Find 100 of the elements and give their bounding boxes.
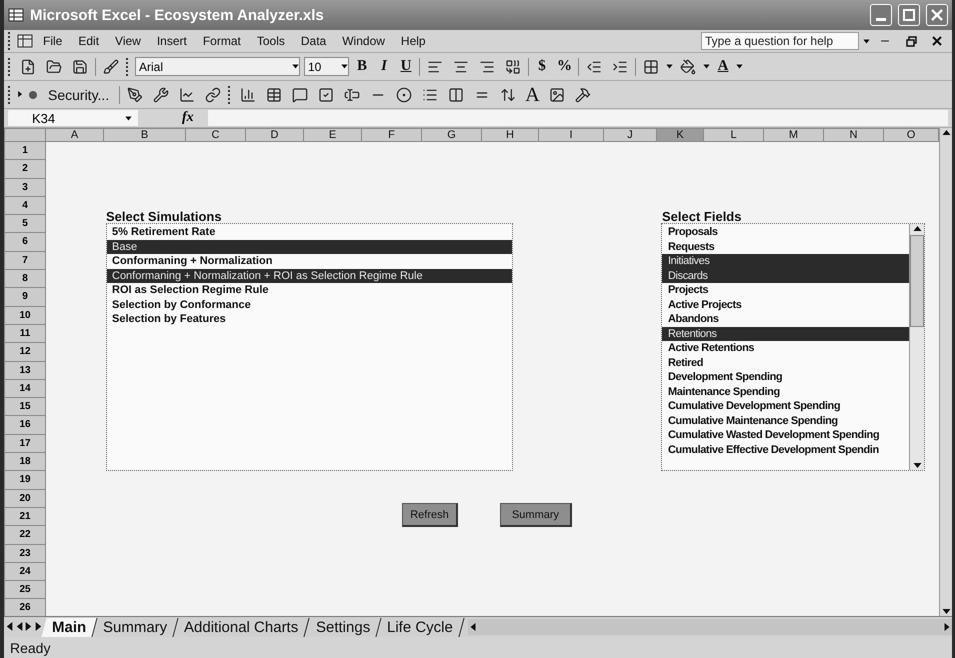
column-header[interactable]: K bbox=[657, 128, 704, 142]
row-header[interactable]: 24 bbox=[4, 562, 46, 582]
list-item[interactable]: Retentions bbox=[662, 326, 909, 341]
bold-button[interactable]: B bbox=[353, 56, 371, 78]
column-header[interactable]: H bbox=[482, 128, 539, 142]
sheet-tab[interactable]: Summary bbox=[92, 618, 179, 636]
insert-function-button[interactable]: fx bbox=[182, 110, 194, 126]
menu-item[interactable]: Edit bbox=[72, 34, 106, 48]
row-header[interactable]: 17 bbox=[4, 434, 46, 454]
refresh-button[interactable]: Refresh bbox=[402, 503, 458, 527]
row-header[interactable]: 22 bbox=[4, 526, 46, 545]
horizontal-scrollbar[interactable] bbox=[468, 619, 952, 635]
row-header[interactable]: 1 bbox=[4, 142, 46, 160]
column-header[interactable]: M bbox=[764, 128, 824, 142]
font-color-button[interactable]: A bbox=[714, 56, 732, 78]
list-item[interactable]: Proposals bbox=[662, 225, 909, 240]
list-item[interactable]: Cumulative Development Spending bbox=[662, 399, 909, 414]
column-header[interactable]: D bbox=[246, 128, 304, 142]
list-item[interactable]: Discards bbox=[662, 268, 909, 283]
formula-field[interactable] bbox=[208, 110, 948, 126]
caret-down-icon[interactable] bbox=[736, 63, 743, 70]
row-header[interactable]: 2 bbox=[4, 160, 46, 179]
column-header[interactable]: G bbox=[422, 128, 482, 142]
row-header[interactable]: 19 bbox=[4, 471, 46, 490]
caret-down-icon[interactable] bbox=[292, 63, 299, 70]
name-box[interactable]: K34 bbox=[8, 110, 138, 126]
row-header[interactable]: 11 bbox=[4, 324, 46, 344]
help-search-field[interactable]: Type a question for help bbox=[701, 32, 859, 50]
row-header[interactable]: 4 bbox=[4, 196, 46, 216]
list-item[interactable]: Selection by Features bbox=[107, 312, 512, 326]
menu-item[interactable]: Insert bbox=[150, 34, 193, 48]
row-header[interactable]: 7 bbox=[4, 252, 46, 270]
row-header[interactable]: 25 bbox=[4, 581, 46, 600]
caret-up-icon[interactable] bbox=[912, 224, 922, 233]
caret-down-icon[interactable] bbox=[666, 63, 673, 70]
sheet-tab[interactable]: Life Cycle bbox=[376, 618, 464, 636]
caret-down-icon[interactable] bbox=[912, 461, 922, 470]
list-item[interactable]: 5% Retirement Rate bbox=[107, 225, 512, 240]
menu-item[interactable]: Window bbox=[336, 34, 391, 48]
column-header[interactable]: L bbox=[704, 128, 764, 142]
menu-item[interactable]: File bbox=[37, 34, 68, 48]
list-item[interactable]: Conformaning + Normalization bbox=[107, 254, 512, 268]
list-item[interactable]: Base bbox=[107, 240, 512, 254]
list-item[interactable]: Cumulative Maintenance Spending bbox=[662, 414, 909, 428]
caret-down-icon[interactable] bbox=[863, 38, 870, 44]
vertical-scrollbar[interactable] bbox=[939, 128, 952, 616]
simulations-list[interactable]: 5% Retirement Rate Base Conformaning + Normalization Conformaning + Normalization + ROI as Selection Regime Rule ROI as Selection Regime Rule Selection by Conformance Selection by Features bbox=[106, 223, 513, 471]
row-header[interactable]: 20 bbox=[4, 490, 46, 508]
italic-button[interactable]: I bbox=[375, 56, 393, 78]
currency-button[interactable]: $ bbox=[533, 56, 551, 78]
row-header[interactable]: 8 bbox=[4, 270, 46, 288]
caret-right-icon[interactable] bbox=[943, 622, 952, 632]
menu-item[interactable]: Data bbox=[294, 34, 332, 48]
menu-item[interactable]: View bbox=[109, 34, 147, 48]
column-header[interactable]: B bbox=[104, 128, 186, 142]
menu-item[interactable]: Help bbox=[394, 34, 432, 48]
minimize-button[interactable] bbox=[870, 4, 892, 26]
list-item[interactable]: Development Spending bbox=[662, 370, 909, 384]
workbook-icon[interactable] bbox=[17, 34, 33, 48]
list-item[interactable]: Requests bbox=[662, 240, 909, 254]
row-header[interactable]: 9 bbox=[4, 288, 46, 307]
sheet-tab[interactable]: Additional Charts bbox=[174, 618, 310, 636]
fields-list[interactable] bbox=[661, 223, 925, 471]
summary-button[interactable]: Summary bbox=[500, 503, 572, 527]
row-header[interactable]: 21 bbox=[4, 508, 46, 526]
menu-item[interactable]: Tools bbox=[250, 34, 291, 48]
row-header[interactable]: 16 bbox=[4, 416, 46, 435]
column-header[interactable]: J bbox=[604, 128, 657, 142]
caret-down-icon[interactable] bbox=[125, 114, 132, 122]
security-button[interactable]: Security... bbox=[42, 86, 116, 102]
list-item[interactable]: ROI as Selection Regime Rule bbox=[107, 283, 512, 298]
row-header[interactable]: 18 bbox=[4, 453, 46, 472]
row-header[interactable]: 13 bbox=[4, 362, 46, 380]
column-header[interactable]: C bbox=[186, 128, 246, 142]
font-dropdown[interactable]: Arial bbox=[135, 57, 300, 76]
list-item[interactable]: Conformaning + Normalization + ROI as Selection Regime Rule bbox=[107, 268, 512, 283]
maximize-button[interactable] bbox=[898, 4, 920, 26]
list-item[interactable]: Abandons bbox=[662, 312, 909, 326]
caret-down-icon[interactable] bbox=[703, 63, 710, 70]
list-item[interactable]: Active Projects bbox=[662, 298, 909, 312]
underline-button[interactable]: U bbox=[397, 56, 415, 78]
row-header[interactable]: 10 bbox=[4, 306, 46, 325]
label-button[interactable]: A bbox=[523, 84, 542, 106]
column-header[interactable]: E bbox=[304, 128, 362, 142]
list-item[interactable]: Retired bbox=[662, 356, 909, 370]
caret-down-icon[interactable] bbox=[341, 63, 348, 70]
column-header[interactable]: O bbox=[884, 128, 939, 142]
column-header[interactable]: N bbox=[824, 128, 884, 142]
list-item[interactable]: Projects bbox=[662, 283, 909, 298]
list-item[interactable]: Initiatives bbox=[662, 254, 909, 268]
column-header[interactable]: A bbox=[46, 128, 104, 142]
row-header[interactable]: 5 bbox=[4, 215, 46, 234]
close-button[interactable] bbox=[926, 4, 948, 26]
row-header[interactable]: 23 bbox=[4, 544, 46, 563]
menu-item[interactable]: Format bbox=[196, 34, 247, 48]
row-header[interactable]: 3 bbox=[4, 178, 46, 197]
list-scrollbar[interactable] bbox=[909, 224, 924, 470]
column-header[interactable]: F bbox=[362, 128, 422, 142]
sheet-tab[interactable]: Main bbox=[41, 618, 98, 636]
caret-right-icon[interactable] bbox=[17, 91, 24, 98]
